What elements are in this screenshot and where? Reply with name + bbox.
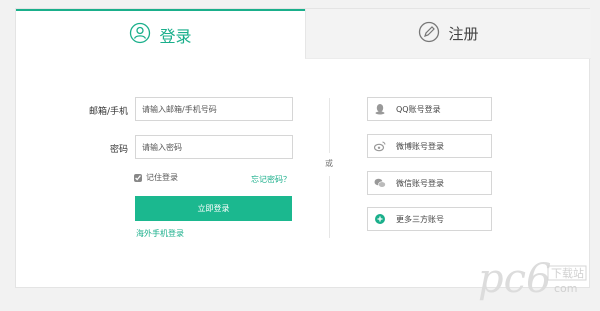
weibo-login-button[interactable]: 微博账号登录 (367, 134, 492, 158)
svg-text:pc6: pc6 (478, 256, 551, 301)
pencil-circle-icon (418, 21, 448, 47)
user-circle-icon (129, 22, 159, 48)
wechat-login-button[interactable]: 微信账号登录 (367, 171, 492, 195)
remember-login[interactable]: 记住登录 (134, 172, 178, 183)
password-label: 密码 (109, 145, 128, 155)
divider (329, 98, 330, 153)
email-field[interactable] (135, 97, 293, 121)
weibo-icon (374, 140, 386, 152)
email-label: 邮箱/手机 (88, 107, 128, 117)
svg-text:com: com (554, 282, 578, 295)
tab-login-label: 登录 (159, 27, 192, 46)
remember-checkbox[interactable] (134, 173, 142, 182)
overseas-phone-login-link[interactable]: 海外手机登录 (136, 228, 184, 239)
svg-text:下载站: 下载站 (551, 266, 584, 280)
tab-login[interactable]: 登录 (16, 9, 305, 59)
divider (329, 176, 330, 238)
password-field[interactable] (135, 135, 293, 159)
more-third-party-label: 更多三方账号 (396, 214, 444, 224)
wechat-icon (374, 177, 386, 189)
qq-login-label: QQ账号登录 (396, 104, 441, 114)
pc6-watermark-logo: pc6 下载站 com (478, 256, 587, 301)
tab-register-label: 注册 (448, 25, 479, 43)
wechat-login-label: 微信账号登录 (396, 178, 444, 188)
plus-circle-icon (374, 213, 386, 225)
login-button[interactable]: 立即登录 (135, 196, 292, 221)
remember-label: 记住登录 (146, 173, 178, 182)
tab-register[interactable]: 注册 (305, 9, 591, 59)
qq-icon (374, 103, 386, 115)
qq-login-button[interactable]: QQ账号登录 (367, 97, 492, 121)
or-separator: 或 (325, 159, 333, 168)
weibo-login-label: 微博账号登录 (396, 141, 444, 151)
more-third-party-button[interactable]: 更多三方账号 (367, 207, 492, 231)
forgot-password-link[interactable]: 忘记密码？ (251, 174, 291, 185)
